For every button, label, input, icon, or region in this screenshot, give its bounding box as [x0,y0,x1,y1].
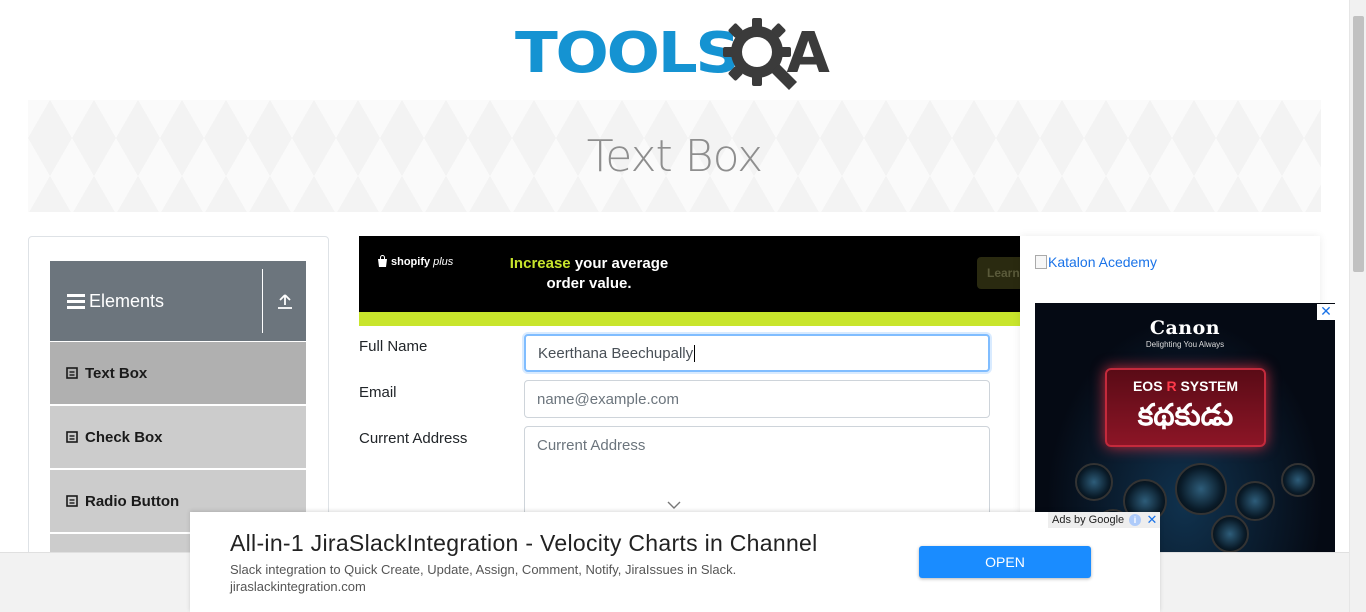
sidebar-item-check-box[interactable]: Check Box [50,406,306,468]
shopping-bag-icon [378,255,387,267]
canon-tagline: Delighting You Always [1145,340,1225,349]
info-icon[interactable]: i [1129,514,1141,526]
text-caret [694,344,696,362]
full-name-value: Keerthana Beechupally [538,344,694,362]
document-icon [66,495,78,507]
learn-more-button[interactable]: Learn [977,257,1020,289]
gear-magnifier-icon [721,16,799,97]
ad-description: Slack integration to Quick Create, Updat… [230,562,737,577]
current-address-placeholder: Current Address [537,437,646,454]
full-name-label: Full Name [359,338,428,355]
eos-prefix: EOS [1132,378,1167,394]
logo-tools-text: TOOLS [515,21,741,86]
telugu-text: కథకుడు [1137,398,1234,433]
document-icon [66,431,78,443]
scrollbar-thumb[interactable] [1353,16,1364,272]
canon-logo: Canon [1149,317,1221,339]
shopify-plus-text: plus [433,255,454,268]
email-placeholder: name@example.com [537,390,679,408]
menu-icon [67,291,85,312]
sidebar-group-title: Elements [89,290,165,311]
ad-headline-rest: your average [570,255,669,272]
shopify-logo: shopify plus [377,255,453,268]
email-input[interactable]: name@example.com [524,380,990,418]
camera-lens-image [1281,463,1315,497]
broken-image-icon [1035,255,1047,269]
katalon-link-text: Katalon Acedemy [1048,254,1157,270]
email-label: Email [359,384,397,401]
sidebar-item-label: Text Box [85,364,148,382]
sidebar-group-elements[interactable]: Elements [50,261,306,341]
camera-lens-image [1235,481,1275,521]
shopify-brand-text: shopify [391,255,431,268]
toolsqa-logo[interactable]: TOOLS A [515,14,830,94]
eos-r: R [1166,378,1177,394]
bottom-anchor-ad[interactable]: Ads by Google i ✕ All-in-1 JiraSlackInte… [190,512,1160,612]
ad-title[interactable]: All-in-1 JiraSlackIntegration - Velocity… [230,530,818,557]
shopify-ad-banner[interactable]: shopify plus Increase your average order … [359,236,1020,326]
page-title: Text Box [586,130,763,182]
current-address-textarea[interactable]: Current Address [524,426,990,526]
ad-headline-line2: order value. [546,275,632,292]
sidebar-item-label: Check Box [85,428,163,446]
page-scrollbar[interactable] [1349,0,1366,612]
header-divider [262,269,263,333]
close-icon[interactable]: ✕ [1144,512,1160,528]
collapse-arrow-icon[interactable] [277,293,293,314]
current-address-label: Current Address [359,430,468,447]
full-name-input[interactable]: Keerthana Beechupally [524,334,990,372]
document-icon [66,367,78,379]
open-button[interactable]: OPEN [919,546,1091,578]
ad-headline-highlight: Increase [509,255,571,272]
eos-system-title: EOS R SYSTEM [1107,378,1264,394]
sidebar-item-label: Radio Button [85,492,180,510]
katalon-academy-link[interactable]: Katalon Acedemy [1035,254,1157,270]
page-banner: Text Box [28,100,1321,212]
eos-suffix: SYSTEM [1176,378,1239,394]
sidebar-item-text-box[interactable]: Text Box [50,342,306,404]
eos-r-system-box: EOS R SYSTEM కథకుడు [1105,368,1266,447]
ad-lime-stripe [359,312,1020,326]
camera-body-image [1175,463,1227,515]
camera-lens-image [1075,463,1113,501]
ad-headline: Increase your average order value. [489,254,689,294]
close-icon[interactable]: ✕ [1317,304,1335,320]
ad-url[interactable]: jiraslackintegration.com [230,579,366,594]
camera-lens-image [1211,515,1249,553]
